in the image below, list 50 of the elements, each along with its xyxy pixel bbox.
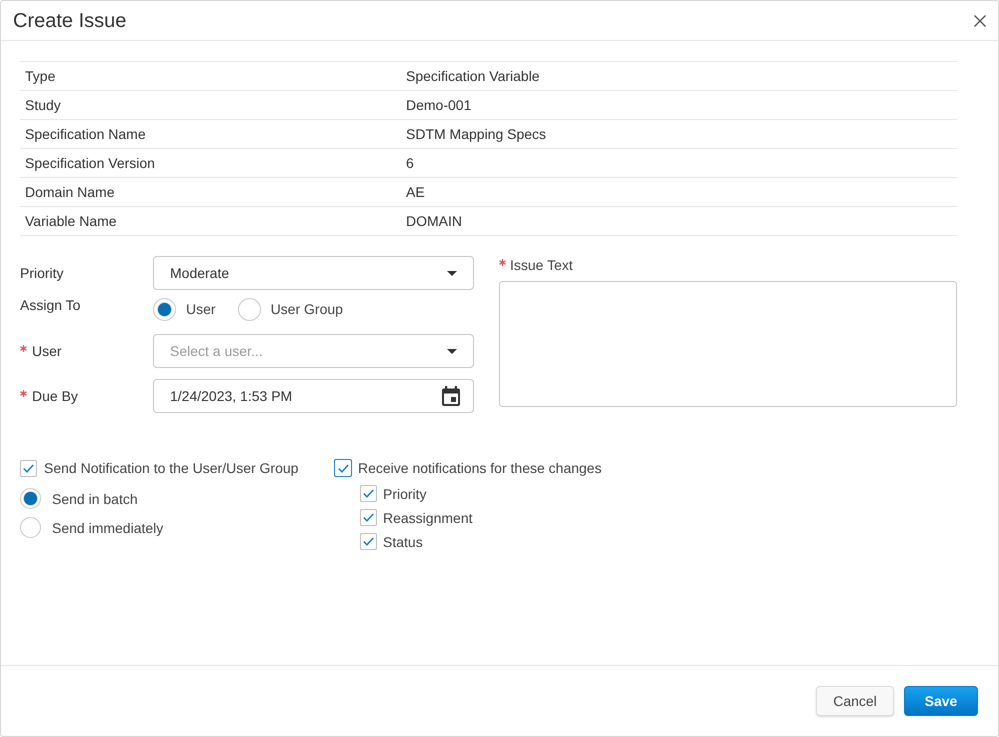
radio-button[interactable] bbox=[20, 517, 41, 538]
checkmark-icon bbox=[363, 513, 374, 522]
checkmark-icon bbox=[23, 464, 34, 472]
checkbox-label: Status bbox=[383, 534, 423, 550]
issue-text-field[interactable] bbox=[499, 281, 957, 407]
field-label: Priority bbox=[20, 264, 64, 282]
detail-label: Variable Name bbox=[25, 213, 117, 229]
date-field[interactable]: 1/24/2023, 1:53 PM bbox=[153, 379, 474, 413]
field-label: User bbox=[32, 342, 62, 360]
checkbox[interactable] bbox=[334, 459, 352, 477]
save-button[interactable]: Save bbox=[904, 686, 978, 716]
checkbox-label: Priority bbox=[383, 486, 427, 502]
checkmark-icon bbox=[363, 489, 374, 498]
detail-value: Demo-001 bbox=[406, 97, 472, 113]
checkbox-label: Reassignment bbox=[383, 510, 472, 526]
caret-icon bbox=[447, 270, 457, 276]
dropdown-field[interactable]: Moderate bbox=[153, 256, 474, 290]
checkmark-icon bbox=[363, 537, 374, 546]
checkbox[interactable] bbox=[20, 460, 37, 476]
close-icon[interactable] bbox=[974, 14, 986, 26]
cancel-button[interactable]: Cancel bbox=[816, 686, 894, 716]
caret-icon bbox=[447, 348, 457, 354]
calendar-icon[interactable] bbox=[442, 386, 460, 406]
detail-value: 6 bbox=[406, 155, 414, 171]
field-label: Assign To bbox=[20, 296, 80, 314]
field-label: Issue Text bbox=[510, 256, 573, 274]
checkbox-label: Receive notifications for these changes bbox=[358, 460, 602, 476]
field-label: Due By bbox=[32, 387, 78, 405]
detail-label: Domain Name bbox=[25, 184, 114, 200]
radio-label: Send in batch bbox=[52, 490, 138, 506]
radio-label: User bbox=[186, 301, 216, 317]
detail-label: Specification Version bbox=[25, 155, 155, 171]
checkbox-label: Send Notification to the User/User Group bbox=[44, 460, 298, 476]
radio-label: User Group bbox=[270, 301, 343, 317]
detail-value: Specification Variable bbox=[406, 68, 540, 84]
checkbox[interactable] bbox=[360, 485, 377, 502]
radio-button[interactable] bbox=[153, 298, 176, 320]
dialog-title: Create Issue bbox=[13, 8, 126, 32]
detail-label: Study bbox=[25, 97, 61, 113]
detail-value: AE bbox=[406, 184, 425, 200]
checkbox[interactable] bbox=[360, 533, 377, 550]
checkmark-icon bbox=[338, 464, 348, 472]
radio-button[interactable] bbox=[238, 298, 261, 320]
detail-value: DOMAIN bbox=[406, 213, 462, 229]
checkbox[interactable] bbox=[360, 509, 377, 526]
detail-label: Specification Name bbox=[25, 126, 146, 142]
radio-button[interactable] bbox=[20, 488, 41, 509]
radio-label: Send immediately bbox=[52, 520, 164, 536]
detail-value: SDTM Mapping Specs bbox=[406, 126, 546, 142]
detail-label: Type bbox=[25, 68, 56, 84]
